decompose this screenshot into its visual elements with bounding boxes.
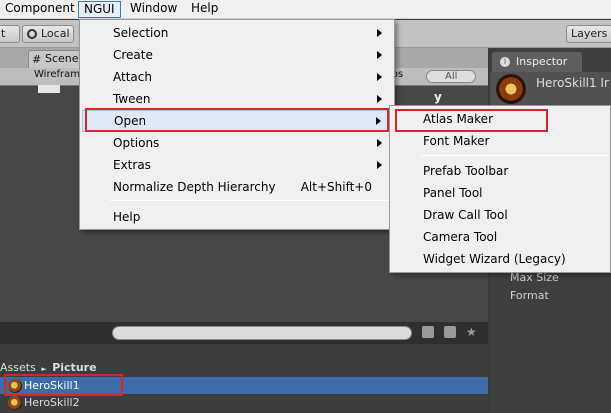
file-name: HeroSkill2 [24,396,80,409]
menu-help[interactable]: Help [186,1,223,18]
menu-item-label: Normalize Depth Hierarchy [113,180,276,194]
tab-scene-label: Scene [45,52,79,65]
submenu-item-font-maker[interactable]: Font Maker [392,130,608,152]
menu-item-label: Selection [113,26,169,40]
tab-inspector[interactable]: i Inspector [492,52,582,72]
menu-item-create[interactable]: Create [82,44,392,66]
scene-search[interactable]: All [426,70,476,83]
local-toggle-label: Local [41,27,70,40]
menu-item-label: Attach [113,70,152,84]
texture-preview-icon [496,74,526,104]
submenu-item-widget-wizard[interactable]: Widget Wizard (Legacy) [392,248,608,270]
menu-item-shortcut: Alt+Shift+0 [300,180,372,194]
menu-item-help[interactable]: Help [82,206,392,228]
highlight-box-open [85,108,389,132]
menu-item-extras[interactable]: Extras [82,154,392,176]
project-search-input[interactable] [112,326,412,340]
scene-search-label: All [445,71,458,82]
breadcrumb-picture[interactable]: Picture [52,361,96,374]
layers-dropdown[interactable]: Layers [566,25,611,43]
submenu-item-panel-tool[interactable]: Panel Tool [392,182,608,204]
menubar: Component NGUI Window Help [0,0,611,19]
tab-inspector-label: Inspector [516,55,568,68]
submenu-arrow-icon [377,73,382,81]
menu-item-label: Tween [113,92,151,106]
menu-item-label: Help [113,210,141,224]
breadcrumb: Assets ► Picture [0,361,97,375]
pivot-toggle[interactable]: t [0,25,20,43]
inspector-object-name: HeroSkill1 Ir [536,76,609,90]
menu-item-label: Extras [113,158,151,172]
menu-separator [420,155,608,156]
render-mode-dropdown[interactable]: Wirefram [34,69,80,80]
highlight-box-atlas-maker [395,109,548,132]
filter-type-icon[interactable] [422,326,434,338]
menu-item-label: Options [113,136,160,150]
texture-icon [8,396,22,410]
tab-scene[interactable]: # Scene [28,50,86,68]
submenu-item-prefab-toolbar[interactable]: Prefab Toolbar [392,160,608,182]
highlight-box-heroskill1 [4,374,123,396]
submenu-arrow-icon [377,29,382,37]
menu-item-selection[interactable]: Selection [82,22,392,44]
menu-item-attach[interactable]: Attach [82,66,392,88]
grid-icon: # [32,53,42,66]
axis-y-label: y [434,90,442,104]
favorite-star-icon[interactable]: ★ [466,325,477,339]
submenu-arrow-icon [377,51,382,59]
label-tag-icon[interactable] [444,326,456,338]
camera-gizmo-icon [38,85,60,93]
submenu-item-draw-call-tool[interactable]: Draw Call Tool [392,204,608,226]
file-row-heroskill2[interactable]: HeroSkill2 [0,394,488,411]
menu-separator [110,200,392,201]
breadcrumb-assets[interactable]: Assets [0,361,36,374]
submenu-arrow-icon [377,139,382,147]
field-format-label: Format [510,289,549,302]
submenu-item-camera-tool[interactable]: Camera Tool [392,226,608,248]
menu-item-tween[interactable]: Tween [82,88,392,110]
breadcrumb-separator-icon: ► [41,365,47,373]
globe-icon [27,29,37,39]
project-toolbar: ★ [0,322,488,344]
submenu-arrow-icon [377,161,382,169]
menu-item-label: Create [113,48,153,62]
menu-item-normalize-depth[interactable]: Normalize Depth Hierarchy Alt+Shift+0 [82,176,392,198]
menu-ngui[interactable]: NGUI [78,1,121,18]
local-toggle[interactable]: Local [22,25,74,43]
info-icon: i [500,57,510,67]
menu-window[interactable]: Window [125,1,182,18]
menu-item-options[interactable]: Options [82,132,392,154]
submenu-arrow-icon [377,95,382,103]
menu-component[interactable]: Component [0,1,80,18]
